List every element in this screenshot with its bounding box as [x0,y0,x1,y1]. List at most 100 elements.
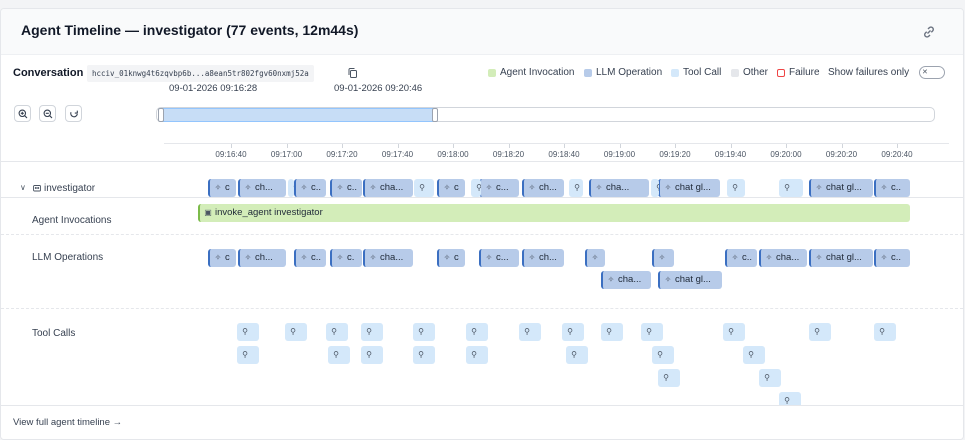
llm-operation-bar[interactable]: ✧ chat gl... [658,271,722,289]
tool-call-bar[interactable]: ⚲ [652,346,674,364]
llm-operation-bar-label: c... [496,252,509,263]
summary-llm-bar[interactable]: ✧ c.. [294,179,326,197]
tool-call-bar[interactable]: ⚲ [743,346,765,364]
legend-llm-label: LLM Operation [596,67,663,78]
tool-call-bar[interactable]: ⚲ [566,346,588,364]
axis-tick [342,144,343,148]
tool-call-bar[interactable]: ⚲ [361,346,383,364]
link-icon[interactable] [921,24,937,40]
tool-call-bar[interactable]: ⚲ [809,323,831,341]
tool-call-bar[interactable]: ⚲ [328,346,350,364]
llm-operation-bar-label: c. [347,252,355,263]
summary-llm-bar[interactable]: ✧ chat gl... [809,179,873,197]
summary-llm-bar[interactable]: ✧ c [437,179,465,197]
summary-llm-bar[interactable]: ✧ c.. [874,179,910,197]
summary-tool-bar[interactable]: ⚲ [288,179,294,197]
reset-zoom-button[interactable] [65,105,82,122]
agent-row-divider [1,234,963,235]
sparkle-icon: ✧ [336,183,344,192]
tool-call-bar[interactable]: ⚲ [641,323,663,341]
show-failures-label: Show failures only [828,67,910,78]
llm-operation-bar[interactable]: ✧ ch... [522,249,564,267]
zoom-in-button[interactable] [14,105,31,122]
wrench-icon: ⚲ [728,327,734,336]
summary-llm-bar[interactable]: ✧ c.. [330,179,362,197]
view-full-timeline-link[interactable]: View full agent timeline → [13,417,122,428]
legend-agent-label: Agent Invocation [500,67,575,78]
summary-llm-bar[interactable]: ✧ ch... [238,179,286,197]
tool-call-bar[interactable]: ⚲ [237,346,259,364]
summary-tool-bar[interactable]: ⚲ [727,179,745,197]
tool-call-bar[interactable]: ⚲ [759,369,781,387]
investigator-row-label[interactable]: investigator [44,183,95,194]
wrench-icon: ⚲ [571,350,577,359]
tool-call-bar[interactable]: ⚲ [413,346,435,364]
copy-icon[interactable] [347,67,359,79]
llm-operation-bar[interactable]: ✧ c [437,249,465,267]
zoom-out-button[interactable] [39,105,56,122]
llm-operation-bar[interactable]: ✧ c.. [874,249,910,267]
summary-llm-bar[interactable]: ✧ cha... [589,179,649,197]
llm-operation-bar[interactable]: ✧ c... [479,249,519,267]
summary-tool-bar[interactable]: ⚲ [414,179,434,197]
tool-call-bar[interactable]: ⚲ [466,323,488,341]
axis-divider [1,161,963,162]
summary-tool-bar[interactable]: ⚲ [471,179,481,197]
tool-call-bar[interactable]: ⚲ [413,323,435,341]
llm-operation-bar[interactable]: ✧ [652,249,674,267]
tool-call-bar[interactable]: ⚲ [874,323,896,341]
llm-operation-bar[interactable]: ✧ c. [330,249,362,267]
tool-call-bar[interactable]: ⚲ [519,323,541,341]
llm-operation-bar[interactable]: ✧ ch... [238,249,286,267]
axis-tick [619,144,621,148]
tool-call-bar[interactable]: ⚲ [562,323,584,341]
tool-call-bar[interactable]: ⚲ [658,369,680,387]
range-start-handle[interactable] [158,108,164,122]
summary-llm-bar[interactable]: ✧ cha... [363,179,413,197]
tool-call-bar[interactable]: ⚲ [723,323,745,341]
wrench-icon: ⚲ [657,350,663,359]
summary-tool-bar[interactable]: ⚲ [779,179,803,197]
tool-call-bar[interactable]: ⚲ [601,323,623,341]
legend-other-label: Other [743,67,769,78]
summary-tool-bar[interactable]: ⚲ [651,179,659,197]
axis-tick-label: 09:19:40 [714,150,747,159]
sparkle-icon: ✧ [244,183,252,192]
chevron-down-icon[interactable]: ∨ [20,183,26,192]
summary-tool-bar[interactable]: ⚲ [569,179,583,197]
range-end-handle[interactable] [432,108,438,122]
llm-operation-bar[interactable]: ✧ [585,249,605,267]
axis-tick-label: 09:19:00 [603,150,636,159]
summary-llm-bar-label: ch... [255,182,273,193]
wrench-icon: ⚲ [732,183,738,192]
summary-llm-bar[interactable]: ✧ chat gl... [658,179,720,197]
llm-operation-bar[interactable]: ✧ cha... [601,271,651,289]
range-selection[interactable] [158,108,438,122]
axis-tick [841,144,843,148]
show-failures-toggle[interactable]: ✕ [919,66,945,79]
tool-call-bar[interactable]: ⚲ [466,346,488,364]
sparkle-icon: ✧ [443,253,451,262]
axis-tick [453,144,454,148]
llm-operation-bar[interactable]: ✧ cha... [363,249,413,267]
llm-operation-bar[interactable]: ✧ c.. [294,249,326,267]
summary-llm-bar[interactable]: ✧ c... [479,179,519,197]
tool-call-bar[interactable]: ⚲ [285,323,307,341]
tool-call-bar[interactable]: ⚲ [237,323,259,341]
llm-operation-bar[interactable]: ✧ c [208,249,236,267]
summary-llm-bar[interactable]: ✧ ch... [522,179,564,197]
tool-call-bar[interactable]: ⚲ [326,323,348,341]
axis-tick [397,144,399,148]
llm-operation-bar[interactable]: ✧ chat gl... [809,249,873,267]
llm-operation-bar[interactable]: ✧ cha... [759,249,807,267]
sparkle-icon: ✧ [658,253,666,262]
wrench-icon: ⚲ [471,327,477,336]
agent-invocation-bar[interactable]: ▣ invoke_agent investigator [198,204,910,222]
summary-llm-bar[interactable]: ✧ c [208,179,236,197]
tool-call-bar[interactable]: ⚲ [361,323,383,341]
sparkle-icon: ✧ [880,253,888,262]
llm-operation-bar[interactable]: ✧ c.. [725,249,757,267]
sparkle-icon: ✧ [591,253,599,262]
axis-tick [286,144,288,148]
wrench-icon: ⚲ [879,327,885,336]
